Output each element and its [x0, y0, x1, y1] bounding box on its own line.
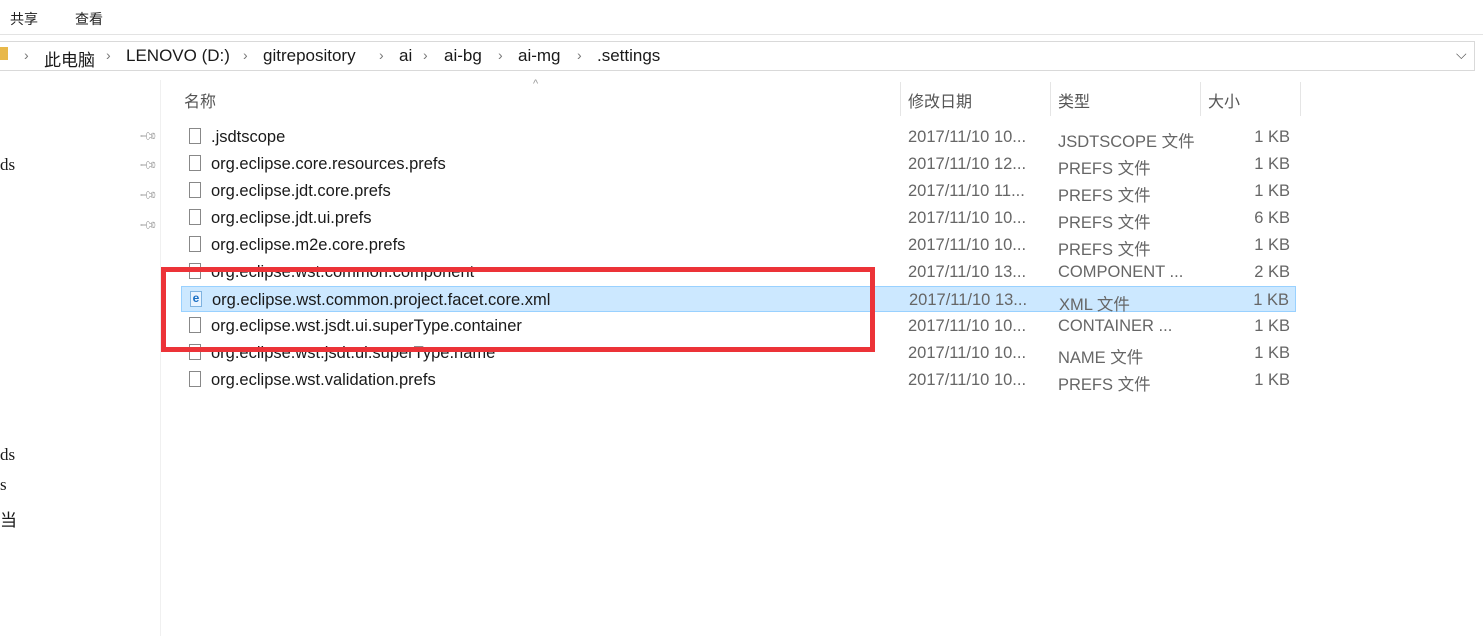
pane-divider[interactable] — [160, 80, 161, 636]
breadcrumb-gitrepository[interactable]: gitrepository — [263, 46, 356, 66]
file-row[interactable]: org.eclipse.jdt.ui.prefs 2017/11/10 10..… — [181, 205, 1296, 232]
file-name: org.eclipse.wst.validation.prefs — [211, 371, 436, 389]
chevron-right-icon: › — [243, 47, 248, 63]
file-size: 6 KB — [1254, 209, 1290, 227]
tab-share[interactable]: 共享 — [10, 9, 38, 29]
file-date: 2017/11/10 10... — [908, 344, 1027, 362]
sidebar-item[interactable]: 当 — [0, 506, 17, 531]
ribbon: 共享 查看 — [0, 0, 1483, 35]
file-size: 2 KB — [1254, 263, 1290, 281]
column-divider[interactable] — [1050, 82, 1051, 116]
file-row[interactable]: org.eclipse.jdt.core.prefs 2017/11/10 11… — [181, 178, 1296, 205]
column-header-date[interactable]: 修改日期 — [908, 88, 972, 112]
file-date: 2017/11/10 13... — [909, 291, 1028, 309]
sidebar-item[interactable]: ds — [0, 445, 15, 465]
breadcrumb-drive[interactable]: LENOVO (D:) — [126, 46, 230, 66]
file-row[interactable]: org.eclipse.m2e.core.prefs 2017/11/10 10… — [181, 232, 1296, 259]
file-icon — [189, 182, 201, 198]
file-date: 2017/11/10 10... — [908, 317, 1027, 335]
file-type: PREFS 文件 — [1058, 376, 1151, 394]
column-header-type[interactable]: 类型 — [1058, 88, 1090, 112]
file-icon — [189, 371, 201, 387]
file-date: 2017/11/10 11... — [908, 182, 1025, 200]
file-icon — [189, 155, 201, 171]
file-date: 2017/11/10 12... — [908, 155, 1027, 173]
file-icon — [189, 209, 201, 225]
column-divider[interactable] — [1200, 82, 1201, 116]
highlight-annotation-box — [161, 267, 875, 352]
file-date: 2017/11/10 10... — [908, 371, 1027, 389]
breadcrumb-ai[interactable]: ai — [399, 46, 412, 66]
file-date: 2017/11/10 13... — [908, 263, 1027, 281]
folder-icon — [0, 47, 8, 60]
chevron-right-icon: › — [379, 47, 384, 63]
file-name: org.eclipse.jdt.core.prefs — [211, 182, 391, 200]
breadcrumb-this-pc[interactable]: 此电脑 — [44, 46, 95, 71]
file-type: COMPONENT ... — [1058, 263, 1184, 281]
column-header-size[interactable]: 大小 — [1208, 88, 1240, 112]
file-date: 2017/11/10 10... — [908, 128, 1027, 146]
file-size: 1 KB — [1254, 128, 1290, 146]
breadcrumb-ai-bg[interactable]: ai-bg — [444, 46, 482, 66]
chevron-right-icon: › — [498, 47, 503, 63]
breadcrumb-settings[interactable]: .settings — [597, 46, 660, 66]
sidebar-item[interactable]: ds — [0, 155, 15, 175]
file-type: PREFS 文件 — [1058, 241, 1151, 259]
file-row[interactable]: .jsdtscope 2017/11/10 10... JSDTSCOPE 文件… — [181, 124, 1296, 151]
file-icon — [189, 128, 201, 144]
file-size: 1 KB — [1254, 155, 1290, 173]
chevron-right-icon: › — [24, 47, 29, 63]
pin-icon[interactable]: 📌︎ — [138, 215, 159, 236]
file-row[interactable]: org.eclipse.wst.validation.prefs 2017/11… — [181, 367, 1296, 394]
column-divider[interactable] — [1300, 82, 1301, 116]
chevron-right-icon: › — [423, 47, 428, 63]
address-bar[interactable]: › 此电脑 › LENOVO (D:) › gitrepository › ai… — [0, 41, 1475, 71]
file-name: org.eclipse.m2e.core.prefs — [211, 236, 406, 254]
chevron-right-icon: › — [577, 47, 582, 63]
file-type: JSDTSCOPE 文件 — [1058, 133, 1195, 151]
file-size: 1 KB — [1254, 236, 1290, 254]
file-size: 1 KB — [1254, 344, 1290, 362]
file-date: 2017/11/10 10... — [908, 236, 1027, 254]
file-name: org.eclipse.jdt.ui.prefs — [211, 209, 372, 227]
pin-icon[interactable]: 📌︎ — [138, 126, 159, 147]
file-date: 2017/11/10 10... — [908, 209, 1027, 227]
file-size: 1 KB — [1253, 291, 1289, 309]
sort-ascending-icon: ^ — [533, 78, 539, 90]
file-icon — [189, 236, 201, 252]
chevron-right-icon: › — [106, 47, 111, 63]
file-type: PREFS 文件 — [1058, 214, 1151, 232]
file-type: NAME 文件 — [1058, 349, 1144, 367]
pin-icon[interactable]: 📌︎ — [138, 185, 159, 206]
file-type: XML 文件 — [1059, 296, 1130, 314]
file-name: .jsdtscope — [211, 128, 286, 146]
file-size: 1 KB — [1254, 182, 1290, 200]
column-header-name[interactable]: 名称 — [184, 88, 216, 112]
file-row[interactable]: org.eclipse.core.resources.prefs 2017/11… — [181, 151, 1296, 178]
breadcrumb-ai-mg[interactable]: ai-mg — [518, 46, 561, 66]
pin-icon[interactable]: 📌︎ — [138, 155, 159, 176]
tab-view[interactable]: 查看 — [75, 9, 103, 29]
file-size: 1 KB — [1254, 317, 1290, 335]
file-type: PREFS 文件 — [1058, 187, 1151, 205]
column-divider[interactable] — [900, 82, 901, 116]
file-size: 1 KB — [1254, 371, 1290, 389]
file-type: PREFS 文件 — [1058, 160, 1151, 178]
sidebar-item[interactable]: s — [0, 475, 7, 495]
file-type: CONTAINER ... — [1058, 317, 1173, 335]
file-name: org.eclipse.core.resources.prefs — [211, 155, 446, 173]
chevron-down-icon[interactable]: ⌵ — [1456, 46, 1467, 63]
